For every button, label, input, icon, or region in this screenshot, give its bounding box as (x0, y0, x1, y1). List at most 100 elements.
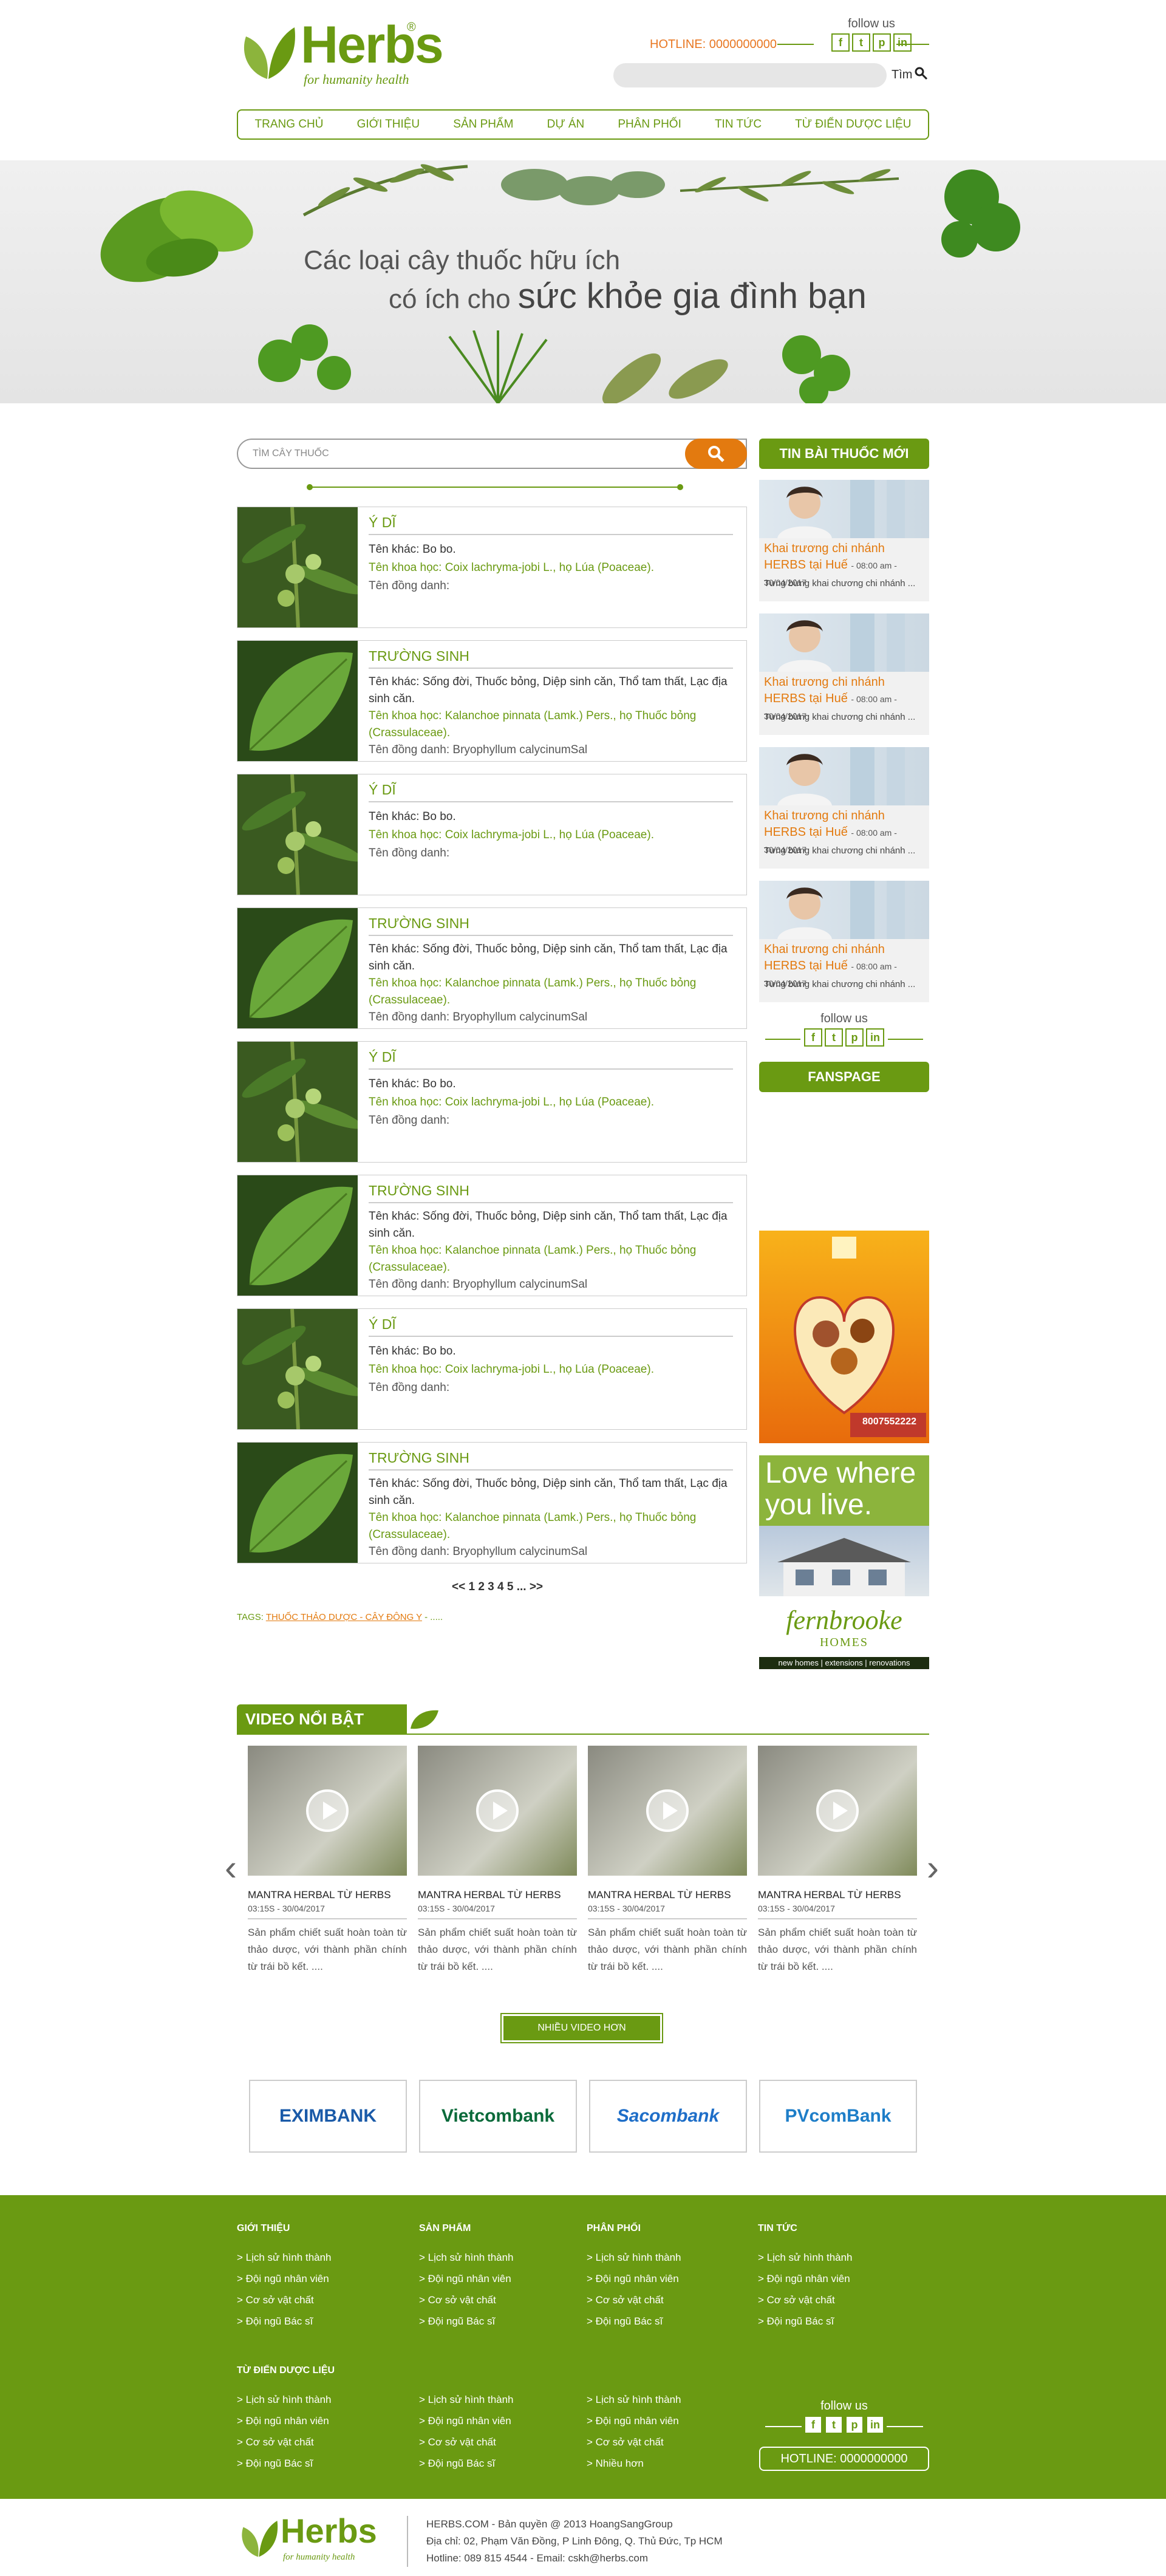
herb-title[interactable]: Ý DĨ (369, 1049, 396, 1065)
herb-title[interactable]: Ý DĨ (369, 782, 396, 798)
nav-item-products[interactable]: SẢN PHẨM (453, 118, 513, 131)
footer-link[interactable]: > Cơ sở vật chất (419, 2431, 514, 2453)
footer-link[interactable]: > Đội ngũ nhân viên (587, 2410, 681, 2431)
footer-column-title[interactable]: TỪ ĐIỂN DƯỢC LIỆU (237, 2365, 335, 2377)
bank-logo-sacombank[interactable]: Sacombank (589, 2080, 747, 2153)
linkedin-icon[interactable]: in (893, 33, 912, 52)
footer-link[interactable]: > Đội ngũ Bác sĩ (587, 2311, 681, 2332)
herb-card[interactable]: TRƯỜNG SINH Tên khác: Sống đời, Thuốc bỏn… (237, 1175, 747, 1296)
footer-column-title[interactable]: TIN TỨC (758, 2223, 853, 2235)
footer-column-title[interactable] (419, 2365, 514, 2377)
footer-link[interactable]: > Đội ngũ Bác sĩ (419, 2453, 514, 2474)
nav-item-home[interactable]: TRANG CHỦ (255, 118, 324, 131)
footer-link[interactable]: > Đội ngũ Bác sĩ (237, 2311, 332, 2332)
chevron-right-icon[interactable]: › (927, 1847, 939, 1888)
footer-link[interactable]: > Đội ngũ Bác sĩ (237, 2453, 335, 2474)
fanspage-button[interactable]: FANSPAGE (759, 1062, 929, 1092)
footer-column-title[interactable] (587, 2365, 681, 2377)
news-thumbnail[interactable] (759, 613, 929, 672)
herb-title[interactable]: Ý DĨ (369, 514, 396, 531)
video-thumbnail[interactable] (248, 1746, 407, 1876)
herb-photo[interactable] (237, 641, 358, 761)
pinterest-icon[interactable]: p (845, 1028, 864, 1047)
twitter-icon[interactable]: t (852, 33, 870, 52)
pagination[interactable]: << 1 2 3 4 5 ... >> (452, 1580, 543, 1594)
video-thumbnail[interactable] (588, 1746, 747, 1876)
play-icon[interactable] (476, 1789, 519, 1832)
pinterest-icon[interactable]: p (845, 2416, 864, 2434)
chevron-left-icon[interactable]: ‹ (225, 1847, 237, 1888)
herb-card[interactable]: Ý DĨ Tên khác: Bo bo. Tên khoa học: Coix l… (237, 1041, 747, 1163)
tag-links[interactable]: THUỐC THẢO DƯỢC - CÂY ĐÔNG Y (266, 1612, 422, 1622)
video-thumbnail[interactable] (418, 1746, 577, 1876)
herb-title[interactable]: Ý DĨ (369, 1316, 396, 1333)
news-item[interactable]: Khai trương chi nhánh HERBS tại Huế - 08… (759, 747, 929, 869)
herb-title[interactable]: TRƯỜNG SINH (369, 1450, 469, 1466)
video-card[interactable]: MANTRA HERBAL TỪ HERBS 03:15S - 30/04/201… (418, 1746, 577, 1975)
video-thumbnail[interactable] (758, 1746, 917, 1876)
search-icon[interactable] (915, 67, 928, 84)
footer-column-title[interactable]: PHÂN PHỐI (587, 2223, 681, 2235)
herb-photo[interactable] (237, 507, 358, 627)
more-videos-button[interactable]: NHIỀU VIDEO HƠN (500, 2013, 663, 2043)
play-icon[interactable] (816, 1789, 859, 1832)
facebook-icon[interactable]: f (804, 1028, 822, 1047)
footer-link[interactable]: > Cơ sở vật chất (758, 2289, 853, 2311)
footer-link[interactable]: > Đội ngũ nhân viên (587, 2268, 681, 2289)
footer-link[interactable]: > Cơ sở vật chất (587, 2289, 681, 2311)
nav-item-dictionary[interactable]: TỪ ĐIỂN DƯỢC LIỆU (795, 118, 911, 131)
footer-link[interactable]: > Cơ sở vật chất (237, 2289, 332, 2311)
footer-link[interactable]: > Đội ngũ Bác sĩ (419, 2311, 514, 2332)
herb-search-input[interactable]: TÌM CÂY THUỐC (237, 439, 747, 469)
herb-card[interactable]: TRƯỜNG SINH Tên khác: Sống đời, Thuốc bỏn… (237, 1442, 747, 1563)
news-thumbnail[interactable] (759, 881, 929, 939)
video-title[interactable]: MANTRA HERBAL TỪ HERBS (758, 1889, 917, 1901)
news-header[interactable]: TIN BÀI THUỐC MỚI (759, 439, 929, 469)
nav-item-distribution[interactable]: PHÂN PHỐI (618, 118, 681, 131)
footer-link[interactable]: > Lịch sử hình thành (419, 2247, 514, 2268)
nav-item-projects[interactable]: DỰ ÁN (547, 118, 585, 131)
footer-hotline[interactable]: HOTLINE: 0000000000 (759, 2447, 929, 2471)
herb-title[interactable]: TRƯỜNG SINH (369, 1183, 469, 1199)
herb-title[interactable]: TRƯỜNG SINH (369, 915, 469, 932)
news-thumbnail[interactable] (759, 747, 929, 805)
footer-link[interactable]: > Đội ngũ Bác sĩ (758, 2311, 853, 2332)
herb-search-button[interactable] (685, 439, 747, 469)
footer-link[interactable]: > Đội ngũ nhân viên (419, 2410, 514, 2431)
video-card[interactable]: MANTRA HERBAL TỪ HERBS 03:15S - 30/04/201… (758, 1746, 917, 1975)
ad-banner-food[interactable]: 8007552222 (759, 1231, 929, 1443)
herb-card[interactable]: Ý DĨ Tên khác: Bo bo. Tên khoa học: Coix l… (237, 507, 747, 628)
herb-photo[interactable] (237, 774, 358, 895)
header-search-button[interactable]: Tìm (892, 68, 912, 82)
herb-photo[interactable] (237, 1309, 358, 1429)
footer-column-title[interactable]: GIỚI THIỆU (237, 2223, 332, 2235)
video-title[interactable]: MANTRA HERBAL TỪ HERBS (588, 1889, 747, 1901)
nav-item-news[interactable]: TIN TỨC (715, 118, 762, 131)
herb-photo[interactable] (237, 908, 358, 1028)
footer-link[interactable]: > Đội ngũ nhân viên (758, 2268, 853, 2289)
herb-photo[interactable] (237, 1443, 358, 1563)
nav-item-about[interactable]: GIỚI THIỆU (357, 118, 420, 131)
herb-card[interactable]: Ý DĨ Tên khác: Bo bo. Tên khoa học: Coix l… (237, 1308, 747, 1430)
news-item[interactable]: Khai trương chi nhánh HERBS tại Huế - 08… (759, 613, 929, 735)
news-thumbnail[interactable] (759, 480, 929, 538)
site-logo[interactable]: Herbs ® for humanity health (237, 12, 444, 91)
herb-card[interactable]: Ý DĨ Tên khác: Bo bo. Tên khoa học: Coix l… (237, 774, 747, 895)
bank-logo-eximbank[interactable]: EXIMBANK (249, 2080, 407, 2153)
herb-card[interactable]: TRƯỜNG SINH Tên khác: Sống đời, Thuốc bỏn… (237, 640, 747, 762)
footer-link[interactable]: > Lịch sử hình thành (758, 2247, 853, 2268)
footer-link[interactable]: > Lịch sử hình thành (587, 2247, 681, 2268)
footer-link[interactable]: > Lịch sử hình thành (587, 2389, 681, 2410)
herb-photo[interactable] (237, 1042, 358, 1162)
video-card[interactable]: MANTRA HERBAL TỪ HERBS 03:15S - 30/04/201… (248, 1746, 407, 1975)
footer-link[interactable]: > Cơ sở vật chất (587, 2431, 681, 2453)
footer-link[interactable]: > Lịch sử hình thành (237, 2247, 332, 2268)
video-card[interactable]: MANTRA HERBAL TỪ HERBS 03:15S - 30/04/201… (588, 1746, 747, 1975)
footer-logo[interactable]: Herbs for humanity health (237, 2505, 389, 2572)
herb-title[interactable]: TRƯỜNG SINH (369, 648, 469, 664)
play-icon[interactable] (646, 1789, 689, 1832)
footer-link[interactable]: > Nhiều hơn (587, 2453, 681, 2474)
footer-link[interactable]: > Đội ngũ nhân viên (237, 2410, 335, 2431)
footer-link[interactable]: > Lịch sử hình thành (237, 2389, 335, 2410)
header-search-input[interactable] (613, 63, 887, 87)
